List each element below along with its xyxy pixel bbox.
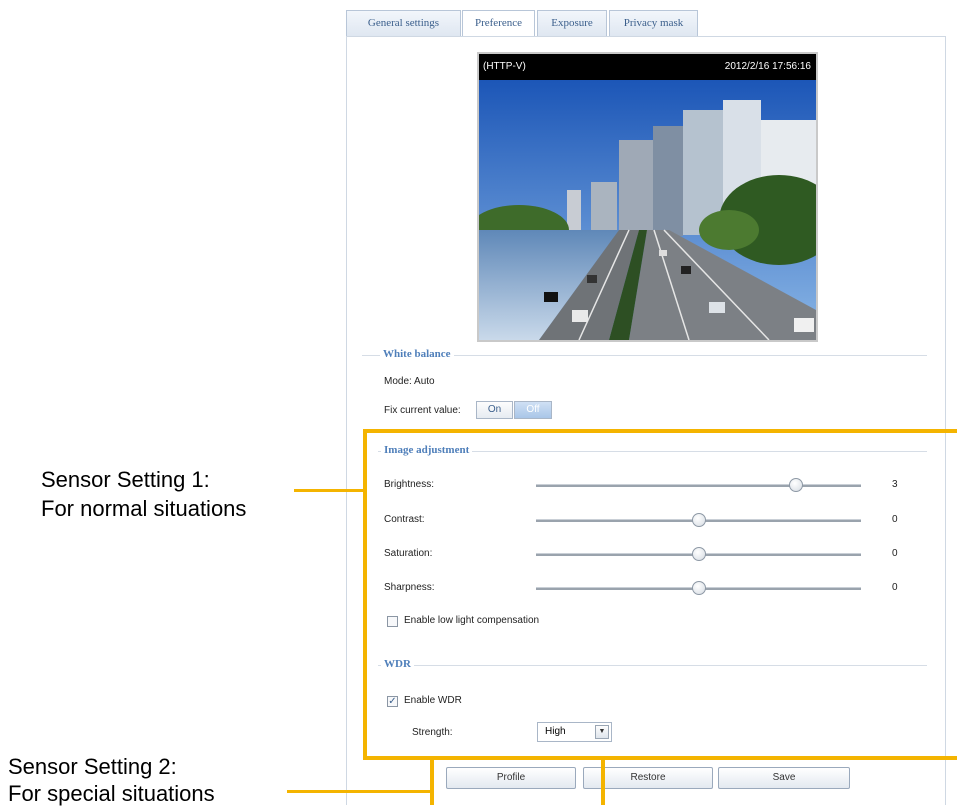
brightness-slider-knob[interactable] [789,478,803,492]
video-status-bar: (HTTP-V) 2012/2/16 17:56:16 [479,54,816,80]
sharpness-value: 0 [892,582,898,593]
video-timestamp: 2012/2/16 17:56:16 [724,61,811,72]
tab-privacy-mask[interactable]: Privacy mask [609,10,698,36]
brightness-value: 3 [892,479,898,490]
enable-wdr-checkbox[interactable]: ✓ [387,696,398,707]
setting1-box-bottom [363,756,957,760]
setting2-box-right [601,756,605,805]
white-balance-mode: Mode: Auto [384,376,435,387]
fix-on-button[interactable]: On [476,401,513,419]
low-light-checkbox[interactable] [387,616,398,627]
sharpness-slider-knob[interactable] [691,581,706,595]
setting1-box-left [363,429,367,759]
saturation-value: 0 [892,548,898,559]
fix-off-button[interactable]: Off [514,401,552,419]
brightness-label: Brightness: [384,479,435,490]
enable-wdr-label: Enable WDR [404,695,462,706]
saturation-slider-knob[interactable] [691,547,706,561]
tab-exposure[interactable]: Exposure [537,10,607,36]
contrast-value: 0 [892,514,898,525]
white-balance-title: White balance [380,348,454,360]
contrast-slider-knob[interactable] [691,513,706,527]
strength-value: High [545,726,566,737]
video-preview: (HTTP-V) 2012/2/16 17:56:16 [477,52,818,342]
setting2-box-left [430,756,434,805]
brightness-slider-track[interactable] [536,484,861,487]
fix-current-value-label: Fix current value: [384,405,461,416]
strength-label: Strength: [412,727,453,738]
setting1-annotation-title: Sensor Setting 1: [41,467,210,492]
saturation-label: Saturation: [384,548,433,559]
low-light-label: Enable low light compensation [404,615,540,626]
profile-button[interactable]: Profile [446,767,576,789]
stream-label: (HTTP-V) [483,61,526,72]
chevron-down-icon[interactable]: ▼ [595,725,609,739]
wdr-title: WDR [381,658,414,670]
setting1-annotation-subtitle: For normal situations [41,496,247,521]
contrast-label: Contrast: [384,514,425,525]
tab-general-settings[interactable]: General settings [346,10,461,36]
image-adjustment-title: Image adjustment [381,444,473,456]
save-button[interactable]: Save [718,767,850,789]
setting1-leader-line [294,489,364,492]
strength-select[interactable]: High ▼ [537,722,612,742]
setting2-annotation-subtitle: For special situations [8,781,215,806]
setting1-box-top [363,429,957,433]
setting2-annotation-title: Sensor Setting 2: [8,754,177,779]
tab-preference[interactable]: Preference [462,10,535,37]
sharpness-label: Sharpness: [384,582,435,593]
setting2-leader-line [287,790,432,793]
camera-image [479,80,816,340]
